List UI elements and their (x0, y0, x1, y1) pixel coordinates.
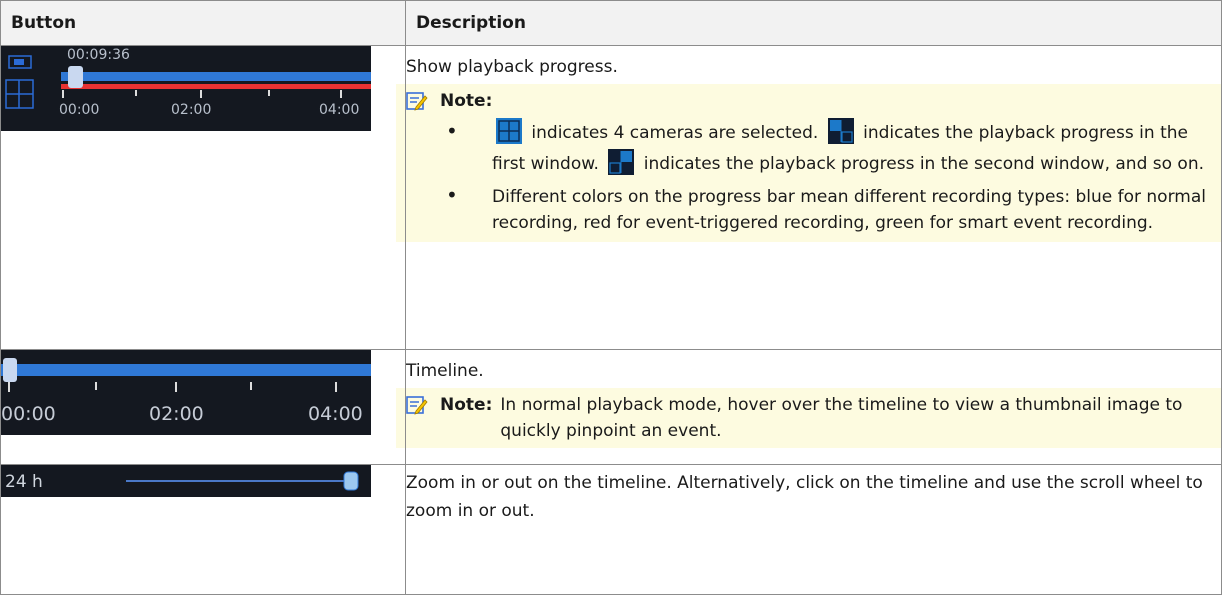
current-time-label: 00:09:36 (67, 47, 130, 63)
note-heading: Note: (406, 86, 1221, 116)
second-window-icon (608, 149, 635, 175)
tick-label: 00:00 (1, 403, 56, 425)
table-row: 00:00 02:00 04:00 Timeline. Note: In nor… (0, 349, 1222, 465)
tick-label: 04:00 (308, 403, 363, 425)
table-row: 24 h Zoom in or out on the timeline. Alt… (0, 464, 1222, 595)
note-bullet-list: indicates 4 cameras are selected. indica… (406, 116, 1221, 236)
list-item: indicates 4 cameras are selected. indica… (406, 116, 1221, 180)
first-window-icon (827, 118, 854, 144)
timeline-slider-handle[interactable] (3, 358, 17, 382)
column-header-button: Button (0, 0, 406, 46)
description-cell: Zoom in or out on the timeline. Alternat… (405, 464, 1222, 595)
button-description-table: Button Description 00:09:36 00:00 02:00 … (0, 0, 1222, 595)
note-label: Note: (440, 91, 493, 111)
tick-label: 04:00 (319, 102, 359, 118)
zoom-level-label: 24 h (5, 472, 43, 492)
list-item: Different colors on the progress bar mea… (406, 182, 1221, 236)
note-text: In normal playback mode, hover over the … (500, 395, 1183, 441)
bullet-text: indicates 4 cameras are selected. (531, 123, 819, 143)
description-cell: Timeline. Note: In normal playback mode,… (396, 349, 1222, 465)
note-pencil-icon (406, 396, 428, 415)
note-pencil-icon (406, 92, 428, 111)
button-cell: 00:00 02:00 04:00 (0, 349, 406, 465)
progress-slider-handle[interactable] (68, 66, 83, 88)
timeline-bar (1, 364, 371, 376)
description-text: Zoom in or out on the timeline. Alternat… (406, 473, 1203, 521)
note-box: Note: In normal playback mode, hover ove… (396, 388, 1221, 448)
tick-label: 00:00 (59, 102, 99, 118)
event-recording-bar (61, 84, 371, 89)
note-box: Note: indicates 4 cameras are selected. (396, 84, 1221, 242)
normal-recording-bar (61, 72, 371, 81)
table-row: 00:09:36 00:00 02:00 04:00 Show playback… (0, 45, 1222, 350)
table-header-row: Button Description (0, 0, 1222, 46)
playback-progress-bar-image: 00:09:36 00:00 02:00 04:00 (1, 46, 371, 131)
description-cell: Show playback progress. Note: • indicate… (396, 45, 1222, 350)
button-cell: 00:09:36 00:00 02:00 04:00 (0, 45, 406, 350)
zoom-slider-image: 24 h (1, 465, 371, 497)
timeline-image: 00:00 02:00 04:00 (1, 350, 371, 435)
column-header-description: Description (405, 0, 1222, 46)
button-cell: 24 h (0, 464, 406, 595)
tick-label: 02:00 (171, 102, 211, 118)
note-label: Note: (440, 395, 493, 415)
bullet-text: indicates the playback progress in the s… (643, 154, 1205, 174)
description-text: Show playback progress. (406, 57, 618, 77)
quad-window-icon (496, 118, 522, 144)
tick-label: 02:00 (149, 403, 204, 425)
zoom-slider-handle[interactable] (343, 471, 359, 491)
description-text: Timeline. (406, 361, 484, 381)
